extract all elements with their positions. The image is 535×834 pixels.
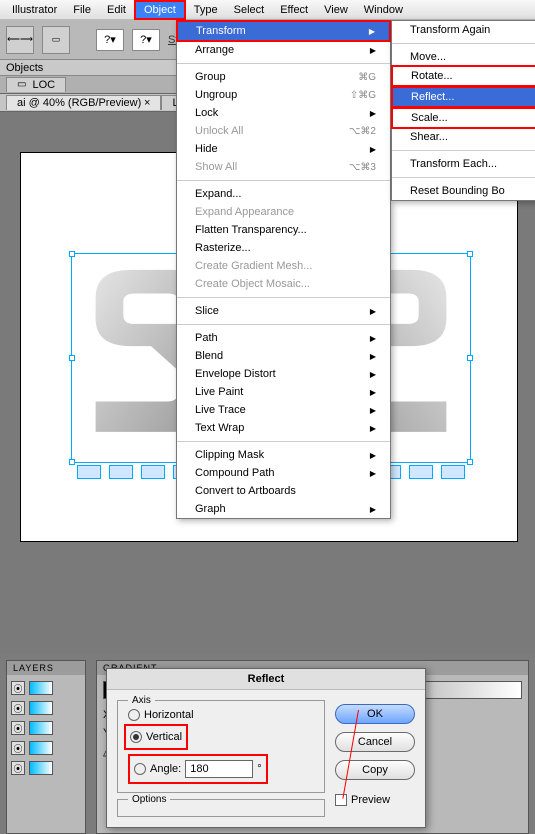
object-menu: TransformArrange Group⌘GUngroup⇧⌘GLockUnl…	[176, 20, 391, 519]
transform-handle[interactable]	[141, 465, 165, 479]
layer-swatch	[29, 681, 53, 695]
layer-row[interactable]: ⦿	[11, 679, 81, 697]
menu-item[interactable]: Blend	[177, 347, 390, 365]
visibility-eye-icon[interactable]: ⦿	[11, 701, 25, 715]
visibility-eye-icon[interactable]: ⦿	[11, 761, 25, 775]
menu-item[interactable]: Slice	[177, 302, 390, 320]
menu-item[interactable]: Path	[177, 329, 390, 347]
menu-item[interactable]: Text Wrap	[177, 419, 390, 437]
layer-swatch	[29, 721, 53, 735]
doc-zoom-tab[interactable]: ai @ 40% (RGB/Preview) ×	[6, 95, 161, 110]
dialog-title: Reflect	[107, 669, 425, 690]
menu-item[interactable]: Envelope Distort	[177, 365, 390, 383]
menu-item[interactable]: Rasterize...	[177, 239, 390, 257]
menu-object[interactable]: Object	[134, 0, 186, 20]
menu-file[interactable]: File	[65, 2, 99, 18]
angle-input[interactable]: 180	[185, 760, 253, 778]
menu-effect[interactable]: Effect	[272, 2, 316, 18]
menu-item[interactable]: Live Trace	[177, 401, 390, 419]
menu-type[interactable]: Type	[186, 2, 226, 18]
transform-submenu: Transform Again Move...Rotate... Reflect..…	[391, 20, 535, 201]
layer-swatch	[29, 761, 53, 775]
layer-row[interactable]: ⦿	[11, 759, 81, 777]
layers-panel-title: LAYERS	[7, 661, 85, 675]
menu-item[interactable]: Unlock All⌥⌘2	[177, 122, 390, 140]
menu-item[interactable]: Rotate...	[393, 67, 535, 85]
menu-item[interactable]: Flatten Transparency...	[177, 221, 390, 239]
menu-item[interactable]: Live Paint	[177, 383, 390, 401]
radio-horizontal[interactable]: Horizontal	[128, 709, 314, 721]
menu-select[interactable]: Select	[226, 2, 273, 18]
menu-item[interactable]: Arrange	[177, 41, 390, 59]
transform-handle[interactable]	[77, 465, 101, 479]
menu-item[interactable]: Compound Path	[177, 464, 390, 482]
toolbar-icon-2[interactable]: ▭	[42, 26, 70, 54]
menu-edit[interactable]: Edit	[99, 2, 134, 18]
menu-item[interactable]: Show All⌥⌘3	[177, 158, 390, 176]
layer-row[interactable]: ⦿	[11, 719, 81, 737]
menu-item[interactable]: Hide	[177, 140, 390, 158]
menu-item[interactable]: Clipping Mask	[177, 446, 390, 464]
visibility-eye-icon[interactable]: ⦿	[11, 741, 25, 755]
visibility-eye-icon[interactable]: ⦿	[11, 681, 25, 695]
ok-button[interactable]: OK	[335, 704, 415, 724]
radio-vertical[interactable]: Vertical	[130, 731, 182, 743]
menu-item[interactable]: Move...	[392, 48, 535, 66]
menubar: Illustrator File Edit Object Type Select…	[0, 0, 535, 20]
menu-item[interactable]: Transform Each...	[392, 155, 535, 173]
reflect-dialog: Reflect Axis Horizontal Vertical Angle: …	[106, 668, 426, 828]
menu-item[interactable]: Reflect...	[393, 88, 535, 106]
menu-illustrator[interactable]: Illustrator	[4, 2, 65, 18]
menu-item[interactable]: Transform Again	[392, 21, 535, 39]
menu-item[interactable]: Ungroup⇧⌘G	[177, 86, 390, 104]
axis-legend: Axis	[128, 695, 155, 706]
layer-swatch	[29, 701, 53, 715]
menu-item[interactable]: Reset Bounding Bo	[392, 182, 535, 200]
menu-item[interactable]: Create Object Mosaic...	[177, 275, 390, 293]
transform-handle[interactable]	[409, 465, 433, 479]
layer-swatch	[29, 741, 53, 755]
menu-item[interactable]: Convert to Artboards	[177, 482, 390, 500]
visibility-eye-icon[interactable]: ⦿	[11, 721, 25, 735]
menu-item[interactable]: Graph	[177, 500, 390, 518]
toolbar-icon-1[interactable]: ⟵⟶	[6, 26, 34, 54]
preview-checkbox[interactable]: Preview	[335, 794, 415, 806]
doc-tab-1[interactable]: ▭ LOC	[6, 77, 66, 92]
menu-window[interactable]: Window	[356, 2, 411, 18]
objects-label: Objects	[6, 62, 43, 74]
radio-angle[interactable]	[134, 763, 146, 775]
toolbar-dd-2[interactable]: ?▾	[132, 29, 160, 51]
options-legend: Options	[128, 794, 170, 805]
menu-item[interactable]: Expand...	[177, 185, 390, 203]
menu-item[interactable]: Group⌘G	[177, 68, 390, 86]
layers-panel: LAYERS ⦿ ⦿ ⦿ ⦿ ⦿	[6, 660, 86, 834]
transform-handle[interactable]	[441, 465, 465, 479]
menu-item[interactable]: Shear...	[392, 128, 535, 146]
menu-item[interactable]: Expand Appearance	[177, 203, 390, 221]
layer-row[interactable]: ⦿	[11, 699, 81, 717]
menu-item[interactable]: Transform	[178, 22, 389, 40]
menu-item[interactable]: Create Gradient Mesh...	[177, 257, 390, 275]
menu-view[interactable]: View	[316, 2, 356, 18]
menu-item[interactable]: Lock	[177, 104, 390, 122]
cancel-button[interactable]: Cancel	[335, 732, 415, 752]
transform-handle[interactable]	[109, 465, 133, 479]
toolbar-dd-1[interactable]: ?▾	[96, 29, 124, 51]
menu-item[interactable]: Scale...	[393, 109, 535, 127]
layer-row[interactable]: ⦿	[11, 739, 81, 757]
